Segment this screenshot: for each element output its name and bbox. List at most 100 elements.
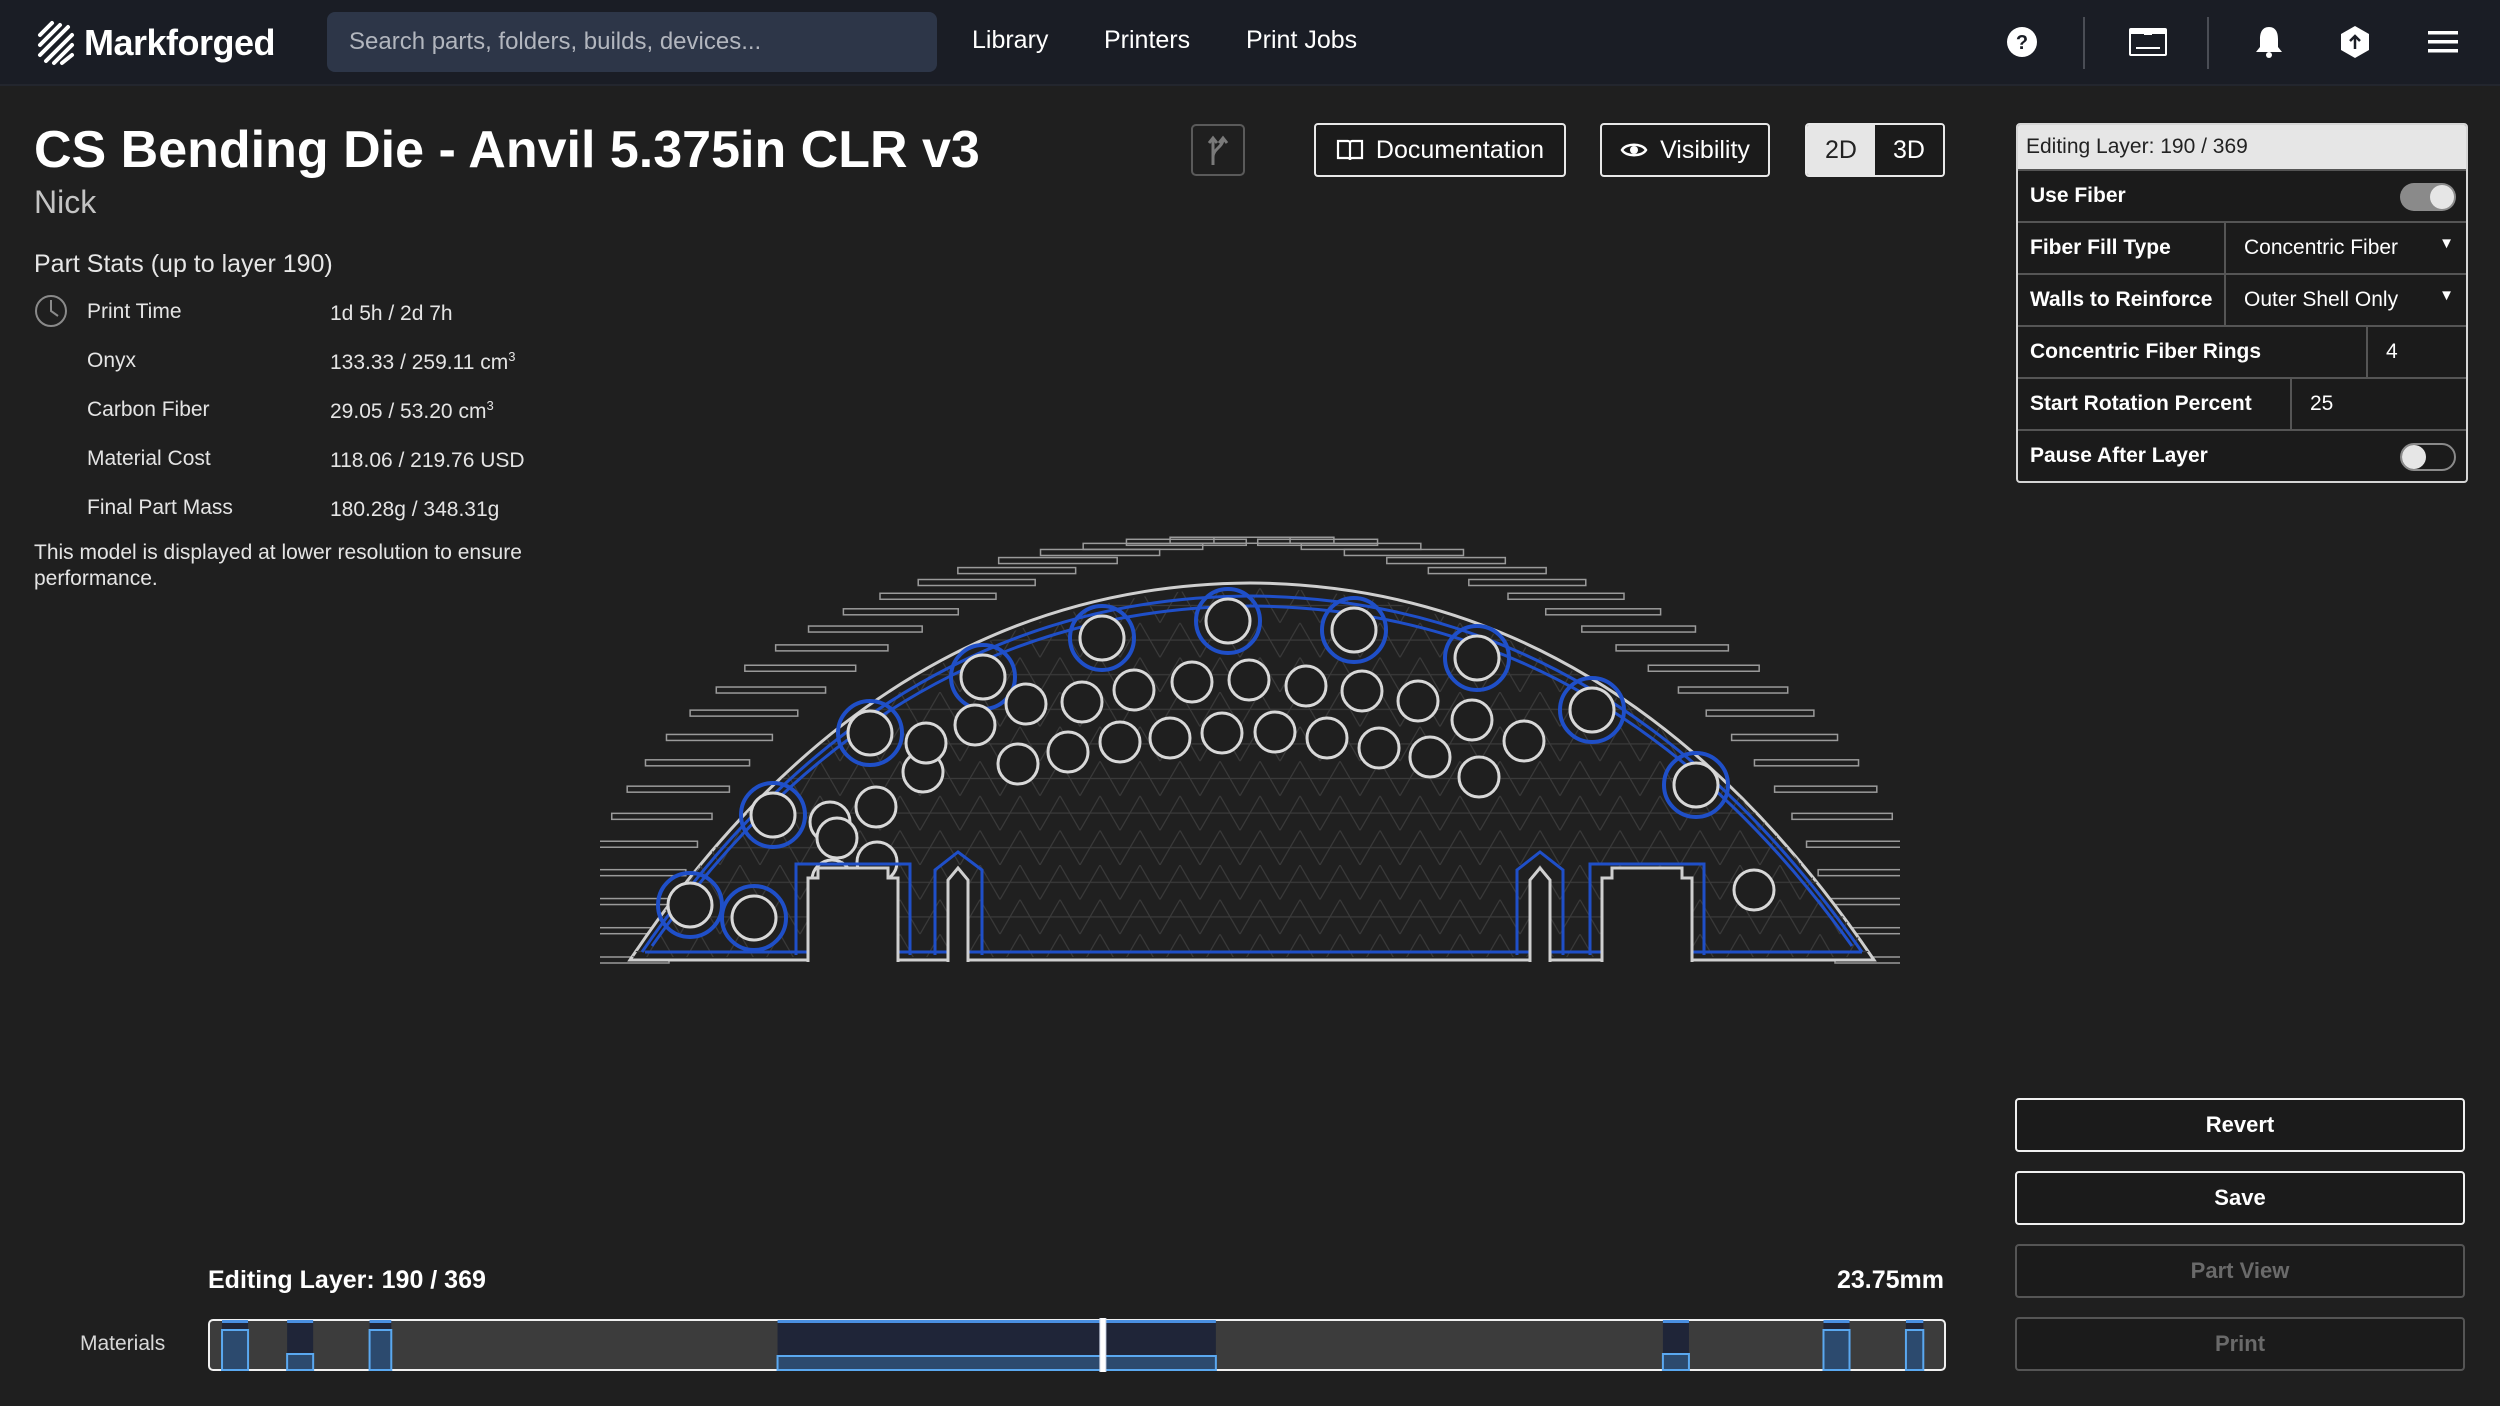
hatch-segment xyxy=(997,556,1118,565)
stat-row-material-cost: Material Cost 118.06 / 219.76 USD xyxy=(34,447,594,477)
fiber-fill-type-label: Fiber Fill Type xyxy=(2030,236,2171,259)
hatch-segment xyxy=(1386,556,1507,565)
layer-slider-track[interactable] xyxy=(208,1318,1946,1372)
hole xyxy=(996,742,1040,786)
hole xyxy=(1098,720,1142,764)
hatch-segment xyxy=(610,812,713,821)
walls-to-reinforce-label: Walls to Reinforce xyxy=(2030,288,2213,311)
hatch-segment xyxy=(1300,542,1422,551)
hatch-segment xyxy=(1773,785,1878,793)
hatch-segment xyxy=(1213,536,1335,545)
hole xyxy=(1340,669,1384,713)
pause-after-layer-toggle[interactable] xyxy=(2400,443,2456,471)
cutout-left-pin xyxy=(946,865,970,962)
part-title: CS Bending Die - Anvil 5.375in CLR v3 xyxy=(34,121,980,179)
hole xyxy=(1305,716,1349,760)
hatch-segment xyxy=(689,709,799,717)
hatch-segment xyxy=(807,625,923,633)
use-fiber-toggle[interactable] xyxy=(2400,183,2456,211)
hatch-segment xyxy=(879,592,997,601)
hole xyxy=(1457,755,1501,799)
hatch-segment xyxy=(600,840,699,848)
materials-label: Materials xyxy=(80,1332,166,1355)
walls-to-reinforce-row: Walls to Reinforce Outer Shell Only ▼ xyxy=(2018,273,2466,325)
hatch-segment xyxy=(1615,644,1730,652)
part-view-button[interactable]: Part View xyxy=(2015,1244,2465,1298)
print-button[interactable]: Print xyxy=(2015,1317,2465,1371)
stat-row-onyx: Onyx 133.33 / 259.11 cm3 xyxy=(34,349,594,379)
stat-row-print-time: Print Time 1d 5h / 2d 7h xyxy=(34,295,594,330)
hole xyxy=(1078,614,1126,662)
hole xyxy=(854,785,898,829)
hatch-segment xyxy=(1343,548,1465,557)
layer-preview-canvas[interactable] xyxy=(600,500,1900,1000)
logo-mark-icon xyxy=(38,21,74,65)
dropdown-caret-icon: ▼ xyxy=(2439,235,2454,252)
use-fiber-label: Use Fiber xyxy=(2030,184,2126,207)
hatch-segment xyxy=(665,733,774,742)
hatch-segment xyxy=(774,644,889,652)
hatch-segment xyxy=(1082,542,1204,551)
visibility-label: Visibility xyxy=(1660,135,1750,164)
start-rotation-input[interactable]: 25 xyxy=(2290,379,2466,429)
hole xyxy=(1170,660,1214,704)
view-mode-2d[interactable]: 2D xyxy=(1807,125,1875,175)
stat-value: 180.28g / 348.31g xyxy=(330,498,500,521)
stat-value: 29.05 / 53.20 cm3 xyxy=(330,398,494,423)
pause-after-layer-row: Pause After Layer xyxy=(2018,429,2466,481)
part-stats-title: Part Stats (up to layer 190) xyxy=(34,250,333,278)
fiber-range-top xyxy=(1662,1320,1689,1323)
search-input[interactable] xyxy=(327,12,937,72)
hatch-segment xyxy=(1791,812,1894,821)
hole xyxy=(1004,682,1048,726)
printer-icon[interactable] xyxy=(2126,22,2170,62)
fiber-amount-bar xyxy=(286,1353,315,1371)
markforged-logo[interactable]: Markforged xyxy=(34,18,276,68)
hatch-segment xyxy=(1256,538,1379,547)
view-mode-3d[interactable]: 3D xyxy=(1875,125,1943,175)
nav-divider xyxy=(2207,17,2209,69)
stat-value: 1d 5h / 2d 7h xyxy=(330,302,453,325)
hole xyxy=(846,709,894,757)
editing-layer-label: Editing Layer: 190 / 369 xyxy=(208,1266,486,1294)
book-icon xyxy=(1336,139,1364,161)
stat-row-carbon-fiber: Carbon Fiber 29.05 / 53.20 cm3 xyxy=(34,398,594,428)
revert-button[interactable]: Revert xyxy=(2015,1098,2465,1152)
hatch-segment xyxy=(1507,592,1625,601)
hole xyxy=(959,653,1007,701)
walls-to-reinforce-select[interactable]: Outer Shell Only ▼ xyxy=(2224,275,2466,325)
hole xyxy=(815,816,859,860)
hole xyxy=(1253,710,1297,754)
hatch-segment xyxy=(842,608,960,616)
branch-button[interactable] xyxy=(1191,124,1245,176)
upload-icon[interactable] xyxy=(2335,22,2375,62)
fiber-range-top xyxy=(222,1320,249,1323)
save-button[interactable]: Save xyxy=(2015,1171,2465,1225)
cutout-right-pin xyxy=(1528,865,1552,962)
help-icon[interactable]: ? xyxy=(2002,22,2042,62)
hatch-segment xyxy=(1169,536,1291,545)
eye-icon xyxy=(1620,143,1648,157)
fiber-amount-bar xyxy=(1661,1353,1690,1371)
hatch-segment xyxy=(1817,868,1900,877)
stat-label: Material Cost xyxy=(87,447,211,470)
menu-icon[interactable] xyxy=(2423,22,2463,62)
branch-icon xyxy=(1207,135,1229,165)
hole xyxy=(1396,679,1440,723)
documentation-button[interactable]: Documentation xyxy=(1314,123,1566,177)
bell-icon[interactable] xyxy=(2249,22,2289,62)
hole xyxy=(1568,686,1616,734)
hatch-segment xyxy=(1705,709,1815,717)
nav-link-library[interactable]: Library xyxy=(972,26,1048,55)
stat-label: Print Time xyxy=(87,300,182,323)
fiber-fill-type-select[interactable]: Concentric Fiber ▼ xyxy=(2224,223,2466,273)
hatch-segment xyxy=(1647,664,1760,672)
nav-link-print-jobs[interactable]: Print Jobs xyxy=(1246,26,1357,55)
nav-divider xyxy=(2083,17,2085,69)
nav-link-printers[interactable]: Printers xyxy=(1104,26,1190,55)
concentric-rings-input[interactable]: 4 xyxy=(2366,327,2466,377)
stat-value: 118.06 / 219.76 USD xyxy=(330,449,525,472)
hatch-segment xyxy=(600,897,678,906)
layer-slider-handle[interactable] xyxy=(1099,1318,1107,1372)
visibility-button[interactable]: Visibility xyxy=(1600,123,1770,177)
